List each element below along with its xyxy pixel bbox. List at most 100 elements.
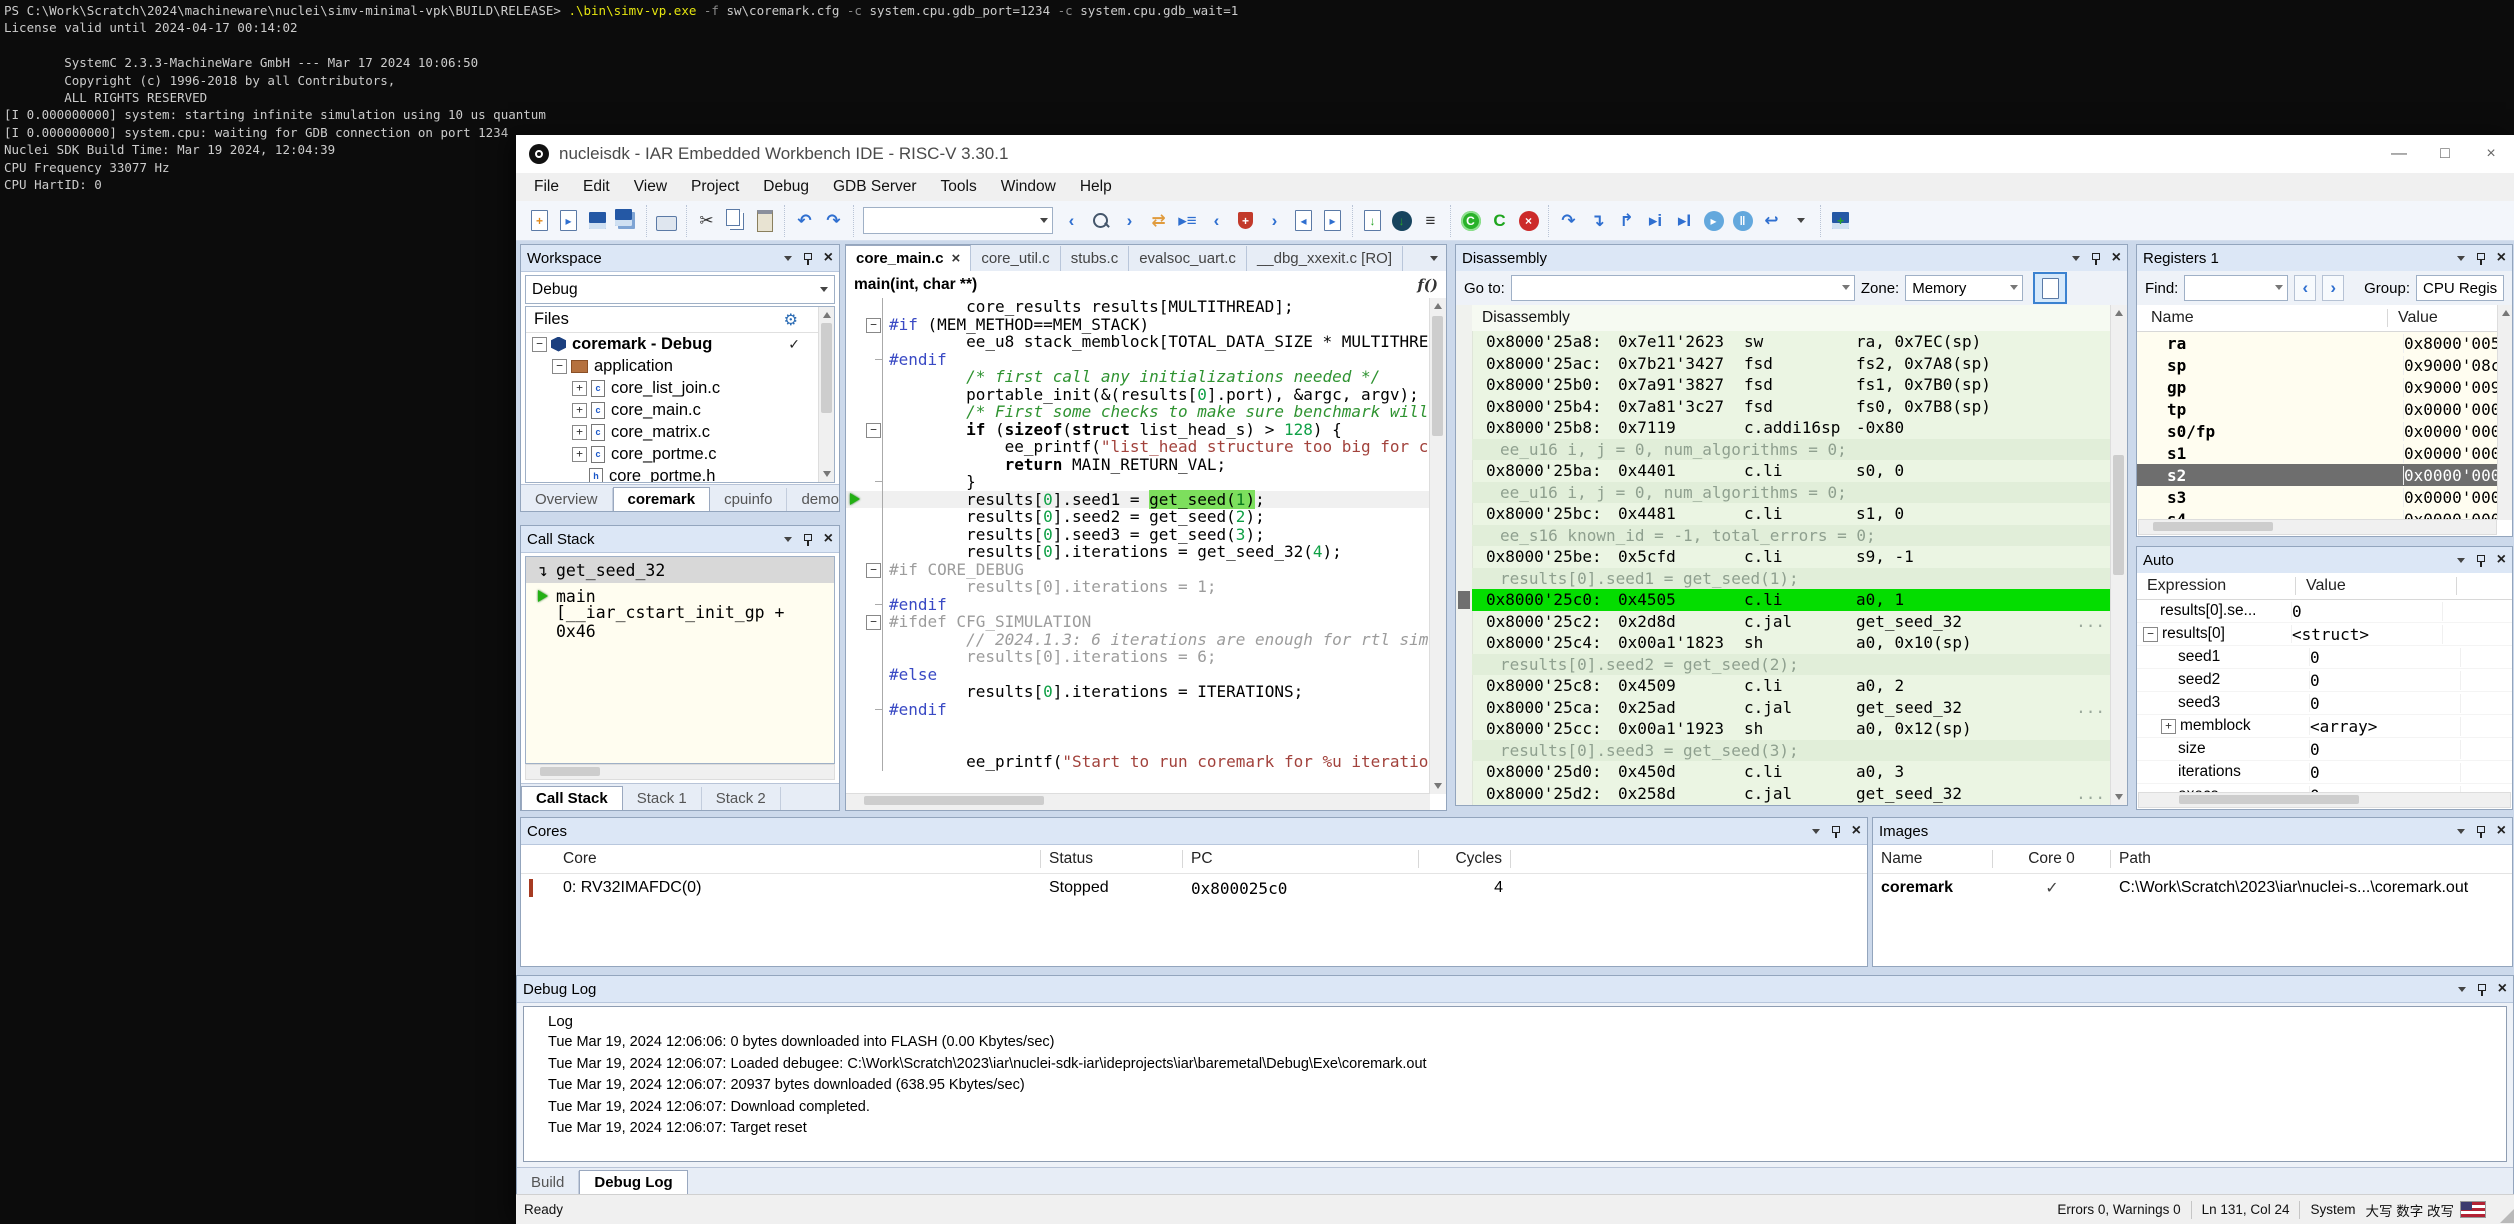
fold-collapse-icon[interactable]: − — [866, 317, 881, 333]
disassembly-row[interactable]: 0x8000'25b0: 0x7a91'3827 fsd fs1, 0x7B0(sp) — [1472, 374, 2111, 396]
search-combobox[interactable] — [863, 207, 1053, 234]
menu-edit[interactable]: Edit — [571, 178, 622, 196]
code-line[interactable]: ee_printf("Start to run coremark for %u … — [846, 752, 1430, 771]
code-line[interactable]: #endif — [846, 350, 1430, 369]
callstack-tab-call-stack[interactable]: Call Stack — [521, 786, 623, 810]
core-row[interactable]: 0: RV32IMAFDC(0) Stopped 0x800025c0 4 — [521, 874, 1867, 902]
expand-icon[interactable]: + — [572, 446, 587, 462]
bottom-tab-debug-log[interactable]: Debug Log — [579, 1170, 688, 1194]
code-line[interactable]: − if (sizeof(struct list_head_s) > 128) … — [846, 420, 1430, 439]
menu-window[interactable]: Window — [989, 178, 1068, 196]
save-button[interactable] — [583, 206, 612, 236]
save-all-button[interactable] — [612, 206, 641, 236]
toggle-breakpoint-button[interactable]: + — [1231, 206, 1260, 236]
panel-menu-icon[interactable] — [783, 255, 792, 261]
undo-button[interactable]: ↶ — [790, 206, 819, 236]
disassembly-row[interactable]: 0x8000'25be: 0x5cfd c.li s9, -1 — [1472, 546, 2111, 568]
code-line[interactable]: results[0].iterations = get_seed_32(4); — [846, 542, 1430, 561]
goto-input[interactable] — [1510, 275, 1855, 301]
disassembly-row[interactable]: 0x8000'25ba: 0x4401 c.li s0, 0 — [1472, 460, 2111, 482]
auto-row[interactable]: results[0].se... 0 — [2137, 600, 2512, 623]
image-row[interactable]: coremark ✓ C:\Work\Scratch\2023\iar\nucl… — [1873, 874, 2512, 902]
minimize-icon[interactable]: — — [2376, 135, 2422, 173]
register-row[interactable]: sp0x9000'08c0 — [2137, 354, 2498, 376]
pin-icon[interactable] — [2476, 252, 2485, 265]
code-line[interactable]: #endif — [846, 595, 1430, 614]
workspace-tab-overview[interactable]: Overview — [521, 488, 613, 511]
code-line[interactable]: return MAIN_RETURN_VAL; — [846, 455, 1430, 474]
auto-row[interactable]: − results[0] <struct> — [2137, 623, 2512, 646]
next-bookmark-button[interactable]: › — [1260, 206, 1289, 236]
editor-tab-stubs-c[interactable]: stubs.c — [1061, 246, 1130, 271]
fold-collapse-icon[interactable]: − — [866, 422, 881, 438]
register-row[interactable]: gp0x9000'0098 — [2137, 376, 2498, 398]
disassembly-row[interactable]: 0x8000'25c8: 0x4509 c.li a0, 2 — [1472, 675, 2111, 697]
tree-item[interactable]: + c core_main.c — [526, 399, 834, 421]
tree-item[interactable]: h core_portme.h — [526, 465, 834, 482]
close-icon[interactable]: × — [1852, 822, 1861, 840]
group-select[interactable]: CPU Registers — [2415, 275, 2504, 301]
find-prev-icon[interactable]: ‹ — [2294, 275, 2317, 301]
panel-menu-icon[interactable] — [1811, 828, 1820, 834]
pin-icon[interactable] — [2476, 554, 2485, 567]
code-line[interactable]: // 2024.1.3: 6 iterations are enough for… — [846, 630, 1430, 649]
fold-collapse-icon[interactable]: − — [866, 562, 881, 578]
pin-icon[interactable] — [2476, 825, 2485, 838]
code-line[interactable]: #endif — [846, 700, 1430, 719]
maximize-icon[interactable]: □ — [2422, 135, 2468, 173]
swap-arrows-button[interactable]: ⇄ — [1144, 206, 1173, 236]
register-row[interactable]: tp0x0000'0000 — [2137, 398, 2498, 420]
download-and-debug-button[interactable]: ↓ — [1387, 206, 1416, 236]
bookmark-list-button[interactable]: ▸≡ — [1173, 206, 1202, 236]
stop-debug-button[interactable]: × — [1514, 206, 1543, 236]
pin-icon[interactable] — [1831, 825, 1840, 838]
collapse-icon[interactable]: − — [552, 358, 567, 374]
code-line[interactable]: results[0].iterations = 1; — [846, 577, 1430, 596]
code-line[interactable]: − #if (MEM_METHOD==MEM_STACK) — [846, 315, 1430, 334]
disassembly-row[interactable]: 0x8000'25ac: 0x7b21'3427 fsd fs2, 0x7A8(sp) — [1472, 353, 2111, 375]
menu-gdb-server[interactable]: GDB Server — [821, 178, 929, 196]
cut-button[interactable]: ✂ — [692, 206, 721, 236]
code-line[interactable]: } — [846, 472, 1430, 491]
find-next-button[interactable]: › — [1115, 206, 1144, 236]
disassembly-row[interactable]: 0x8000'25d2: 0x258d c.jal get_seed_32... — [1472, 783, 2111, 805]
disassembly-row[interactable]: 0x8000'25c2: 0x2d8d c.jal get_seed_32... — [1472, 611, 2111, 633]
function-list-icon[interactable]: f() — [1417, 276, 1438, 294]
close-icon[interactable]: × — [824, 530, 833, 548]
menu-help[interactable]: Help — [1068, 178, 1124, 196]
search-button[interactable] — [1086, 206, 1115, 236]
registers-hscrollbar[interactable] — [2138, 519, 2497, 535]
expand-icon[interactable]: + — [572, 380, 587, 396]
auto-row[interactable]: iterations 0 — [2137, 761, 2512, 784]
register-row[interactable]: s30x0000'0000 — [2137, 486, 2498, 508]
gear-icon[interactable]: ⚙ — [784, 310, 798, 330]
code-line[interactable] — [846, 718, 1430, 736]
tree-item[interactable]: − coremark - Debug ✓ — [526, 333, 834, 355]
editor-hscrollbar[interactable] — [846, 793, 1430, 810]
code-line[interactable]: /* first call any initializations needed… — [846, 367, 1430, 386]
fold-collapse-icon[interactable]: − — [866, 615, 881, 630]
code-line[interactable]: results[0].seed2 = get_seed(2); — [846, 507, 1430, 526]
close-tab-icon[interactable]: × — [952, 250, 961, 267]
disassembly-row[interactable]: 0x8000'25cc: 0x00a1'1923 sh a0, 0x12(sp) — [1472, 718, 2111, 740]
code-line[interactable]: results[0].seed1 = get_seed(1); — [846, 489, 1430, 509]
workspace-tab-demo[interactable]: demo — [787, 488, 854, 511]
redo-button[interactable]: ↷ — [819, 206, 848, 236]
new-file-button[interactable]: + — [525, 206, 554, 236]
auto-hscrollbar[interactable] — [2138, 792, 2511, 808]
code-line[interactable]: /* First some checks to make sure benchm… — [846, 402, 1430, 421]
panel-menu-icon[interactable] — [2456, 828, 2465, 834]
tree-item[interactable]: − application — [526, 355, 834, 377]
code-line[interactable]: core_results results[MULTITHREAD]; — [846, 298, 1430, 316]
code-line[interactable]: portable_init(&(results[0].port), &argc,… — [846, 385, 1430, 404]
editor-tab-core-util-c[interactable]: core_util.c — [971, 246, 1061, 271]
code-line[interactable]: − #ifdef CFG_SIMULATION — [846, 612, 1430, 631]
editor-vscrollbar[interactable] — [1429, 298, 1446, 794]
editor-tab--dbg-xxexit-c-ro-[interactable]: __dbg_xxexit.c [RO] — [1247, 246, 1404, 271]
close-icon[interactable]: × — [2497, 249, 2506, 267]
step-into-button[interactable]: ↴ — [1583, 206, 1612, 236]
prev-bookmark-button[interactable]: ‹ — [1202, 206, 1231, 236]
prev-location-button[interactable]: ◂ — [1289, 206, 1318, 236]
auto-row[interactable]: size 0 — [2137, 738, 2512, 761]
register-row[interactable]: s0/fp0x0000'0000 — [2137, 420, 2498, 442]
